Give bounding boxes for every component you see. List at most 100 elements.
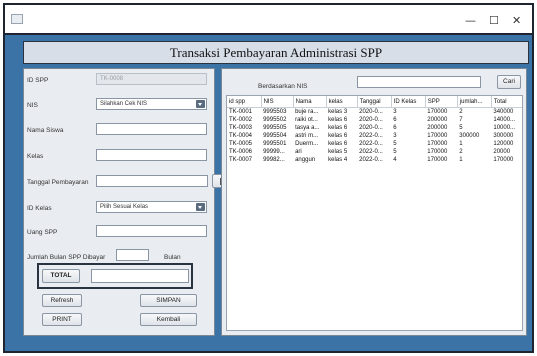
- table-cell: 14000...: [493, 117, 516, 123]
- total-field: [91, 269, 189, 283]
- table-cell: 3: [393, 133, 397, 139]
- kembali-button[interactable]: Kembali: [140, 313, 197, 326]
- jumlah-bulan-label: Jumlah Bulan SPP Dibayar: [27, 254, 106, 261]
- table-row[interactable]: TK-0007 99982... anggun kelas 4 2022-0... 4 17…: [227, 156, 522, 164]
- table-cell: 6: [393, 117, 397, 123]
- column-header[interactable]: id spp: [227, 96, 262, 108]
- table-row[interactable]: TK-0005 9995501 Duerm... kelas 6 2022-0... 5 1…: [227, 140, 522, 148]
- table-cell: 2022-0...: [359, 157, 383, 163]
- table-cell: tasya a...: [295, 125, 320, 131]
- table-cell: 5: [393, 149, 397, 155]
- table-cell: 170000: [427, 109, 448, 115]
- nis-select[interactable]: Silahkan Cek NIS: [96, 98, 207, 110]
- table-cell: 170000: [427, 133, 448, 139]
- table-cell: 4: [393, 157, 397, 163]
- table-row[interactable]: TK-0001 9995503 buje ra... kelas 3 2020-0...…: [227, 108, 522, 117]
- page-title: Transaksi Pembayaran Administrasi SPP: [23, 41, 529, 64]
- nama-siswa-field[interactable]: [96, 123, 207, 135]
- column-header[interactable]: SPP: [425, 96, 458, 108]
- search-label: Berdasarkan NIS: [258, 83, 308, 90]
- nis-label: NIS: [27, 102, 38, 109]
- id-spp-field: TK-0008: [96, 73, 207, 85]
- table-row[interactable]: TK-0006 99999... ari kelas 5 2022-0... 5 17000…: [227, 148, 522, 156]
- table-cell: 170000: [427, 149, 448, 155]
- column-header[interactable]: NIS: [261, 96, 294, 108]
- table-cell: 2020-0...: [359, 125, 383, 131]
- table-cell: 170000: [493, 157, 514, 163]
- table-cell: 99982...: [263, 157, 285, 163]
- minimize-icon[interactable]: —: [465, 15, 476, 27]
- table-cell: 1: [459, 141, 463, 147]
- table-row[interactable]: TK-0002 9995502 raiki ot... kelas 6 2020-0..…: [227, 116, 522, 124]
- kelas-field[interactable]: [96, 149, 207, 161]
- table-cell: TK-0002: [229, 117, 253, 123]
- tanggal-field[interactable]: [96, 175, 208, 187]
- table-cell: 2022-0...: [359, 141, 383, 147]
- table-cell: kelas 6: [328, 133, 348, 139]
- table-cell: 300000: [493, 133, 514, 139]
- chevron-down-icon: [196, 100, 205, 108]
- table-cell: 20000: [493, 149, 511, 155]
- table-row[interactable]: TK-0004 9995504 astri m... kelas 6 2022-0...…: [227, 132, 522, 140]
- simpan-button[interactable]: SIMPAN: [140, 294, 197, 307]
- table-cell: kelas 5: [328, 149, 348, 155]
- table-cell: 9995504: [263, 133, 287, 139]
- column-header[interactable]: ID Kelas: [391, 96, 426, 108]
- table-cell: 7: [459, 117, 463, 123]
- table-cell: 2022-0...: [359, 133, 383, 139]
- table-cell: kelas 6: [328, 141, 348, 147]
- table-cell: 5: [393, 141, 397, 147]
- table-cell: 99999...: [263, 149, 285, 155]
- table-cell: 340000: [493, 109, 514, 115]
- column-header[interactable]: Total: [491, 96, 522, 108]
- id-kelas-select-value: Pilih Sesuai Kelas: [100, 204, 149, 210]
- refresh-button[interactable]: Refresh: [42, 294, 82, 307]
- print-button[interactable]: PRINT: [42, 313, 82, 326]
- table-cell: 10000...: [493, 125, 516, 131]
- search-input[interactable]: [357, 76, 481, 88]
- column-header[interactable]: kelas: [326, 96, 358, 108]
- cari-button[interactable]: Cari: [497, 75, 521, 89]
- table-cell: astri m...: [295, 133, 319, 139]
- table-cell: 200000: [427, 125, 448, 131]
- table-cell: Duerm...: [295, 141, 319, 147]
- nis-select-value: Silahkan Cek NIS: [100, 101, 148, 107]
- column-header[interactable]: Nama: [293, 96, 327, 108]
- table-cell: 2: [459, 149, 463, 155]
- table-body: TK-0001 9995503 buje ra... kelas 3 2020-0...…: [227, 108, 522, 165]
- table-cell: 300000: [459, 133, 480, 139]
- table-cell: 6: [393, 125, 397, 131]
- table-cell: 9995501: [263, 141, 287, 147]
- table-cell: TK-0001: [229, 109, 253, 115]
- id-kelas-select[interactable]: Pilih Sesuai Kelas: [96, 201, 207, 213]
- table-cell: kelas 4: [328, 157, 348, 163]
- jumlah-bulan-field[interactable]: [116, 249, 149, 261]
- table-cell: TK-0003: [229, 125, 253, 131]
- table-cell: 9995502: [263, 117, 287, 123]
- close-icon[interactable]: ✕: [512, 15, 521, 27]
- app-icon: [11, 14, 23, 24]
- table-cell: 170000: [427, 141, 448, 147]
- table-cell: 9995505: [263, 125, 287, 131]
- table-header-row: id spp NIS Nama kelas Tanggal ID Kelas SPP juml…: [227, 96, 522, 108]
- table-cell: TK-0006: [229, 149, 253, 155]
- table-cell: 5: [459, 125, 463, 131]
- total-label: TOTAL: [42, 269, 80, 283]
- title-bar: [5, 5, 532, 35]
- table-cell: raiki ot...: [295, 117, 318, 123]
- table-cell: TK-0005: [229, 141, 253, 147]
- uang-spp-field[interactable]: [96, 225, 207, 237]
- table-cell: 3: [393, 109, 397, 115]
- tanggal-label: Tanggal Pembayaran: [27, 179, 89, 186]
- column-header[interactable]: Tanggal: [357, 96, 392, 108]
- column-header[interactable]: jumlah...: [457, 96, 492, 108]
- chevron-down-icon: [196, 203, 205, 211]
- kelas-label: Kelas: [27, 153, 44, 160]
- uang-spp-label: Uang SPP: [27, 229, 58, 236]
- table-cell: 2020-0...: [359, 117, 383, 123]
- table-cell: 2022-0...: [359, 149, 383, 155]
- payments-table: id spp NIS Nama kelas Tanggal ID Kelas SPP juml…: [226, 95, 523, 331]
- maximize-icon[interactable]: ☐: [489, 15, 499, 27]
- table-row[interactable]: TK-0003 9995505 tasya a... kelas 6 2020-0...…: [227, 124, 522, 132]
- table-cell: 9995503: [263, 109, 287, 115]
